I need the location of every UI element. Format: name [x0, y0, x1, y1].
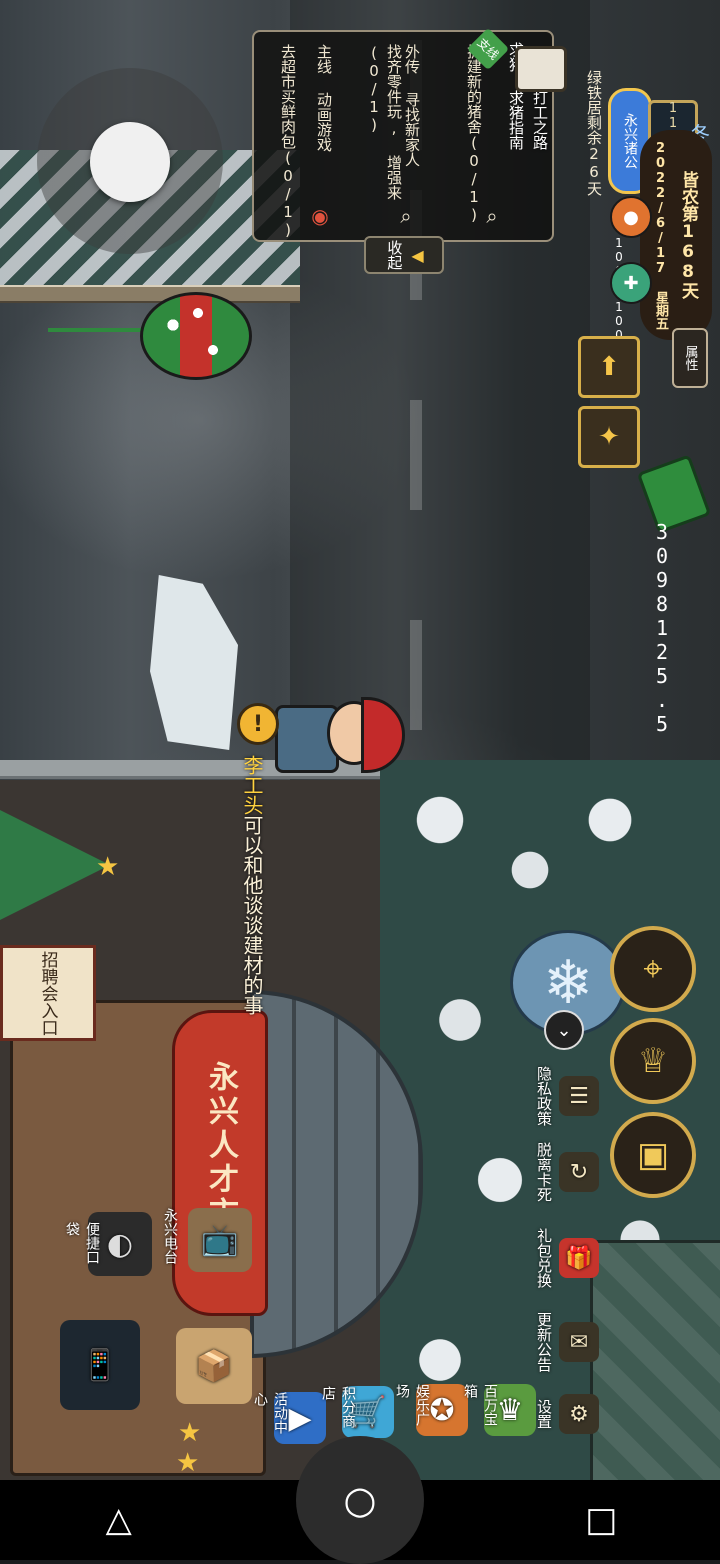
settings-label: 设置 — [535, 1399, 553, 1429]
player-character[interactable] — [275, 695, 405, 775]
work-road-label[interactable]: 打工之路 — [515, 90, 551, 160]
points-shop-label: 积分商店 — [320, 1386, 356, 1428]
quest-panel[interactable]: 求猪 求猪指南 扩建新的猪舍(0/1) 外传 寻找新家人 找齐零件玩, 增强来 … — [252, 30, 554, 242]
npc-hint: 李工头可以和他谈谈建材的事 — [238, 755, 267, 1015]
npc-hint-text: 可以和他谈谈建材的事 — [240, 815, 264, 1015]
chevron-down-icon[interactable]: ⌄ — [544, 1010, 584, 1050]
remaining-days: 绿铁居剩余26天 — [585, 70, 603, 196]
package-button[interactable]: 📦 — [176, 1328, 252, 1404]
star-icon: ★ — [96, 852, 120, 882]
collapse-button[interactable]: 收起 ◀ — [364, 236, 444, 274]
package-icon: 📦 — [176, 1328, 252, 1404]
refresh-icon: ↻ — [559, 1152, 599, 1192]
day-count: 皆农第168天 — [678, 171, 698, 299]
update-notice-button[interactable]: 更新公告 ✉ — [534, 1312, 662, 1372]
unstuck-label: 脱离卡死 — [535, 1142, 553, 1202]
phone-button[interactable]: 📱 — [60, 1320, 140, 1410]
radio-button[interactable]: 永兴电台 📺 — [160, 1208, 252, 1272]
home-circle-icon[interactable]: ○ — [295, 1436, 424, 1564]
money-amount: 3098125.5 — [650, 520, 674, 736]
phone-icon: 📱 — [60, 1320, 140, 1410]
android-nav-bar: △ ○ □ — [0, 1436, 720, 1564]
quest-line: 主线 动画游戏 — [315, 44, 333, 152]
notice-label: 更新公告 — [535, 1312, 553, 1372]
santa-hat — [361, 697, 405, 773]
upload-arrow-button[interactable]: ⬆ — [578, 336, 640, 398]
gift-icon: 🎁 — [559, 1238, 599, 1278]
search-icon[interactable]: ⌕ — [480, 204, 504, 228]
radio-label: 永兴电台 — [162, 1208, 178, 1264]
star-icon: ★ — [176, 1448, 200, 1478]
square-label: 娱乐广场 — [394, 1384, 430, 1426]
star-icon: ★ — [178, 1418, 202, 1448]
gift-label: 礼包兑换 — [535, 1228, 553, 1288]
joystick-knob[interactable] — [90, 122, 170, 202]
quest-line: 去超市买鲜肉包(0/1) — [279, 44, 297, 239]
map-pin-button[interactable]: ⌖ — [610, 926, 696, 1012]
health-icon[interactable]: ✚ — [610, 262, 652, 304]
attributes-button[interactable]: 属性 — [672, 328, 708, 388]
sparkle-bag-button[interactable]: ✦ — [578, 406, 640, 468]
fence-rail — [0, 285, 300, 303]
quest-line: 扩建新的猪舍(0/1) — [465, 44, 483, 224]
snow-pile — [150, 575, 238, 750]
game-scene: 永兴人才市场 ★ 招聘会入口 ! 李工头可以和他谈谈建材的事 求猪 求猪指南 扩… — [0, 0, 720, 1480]
tv-icon: 📺 — [188, 1208, 252, 1272]
privacy-policy-button[interactable]: 隐私政策 ☰ — [534, 1066, 662, 1126]
unstuck-button[interactable]: 脱离卡死 ↻ — [534, 1142, 662, 1202]
quest-exclaim-icon[interactable]: ! — [237, 703, 279, 745]
attributes-label: 属性 — [682, 345, 698, 371]
quest-line: 外传 寻找新家人 — [403, 44, 421, 167]
lane-marking — [410, 400, 422, 510]
activity-label: 活动中心 — [252, 1392, 288, 1434]
back-triangle-icon[interactable]: △ — [59, 1480, 179, 1560]
notice-icon: ✉ — [559, 1322, 599, 1362]
recruit-sign[interactable]: 招聘会入口 — [0, 945, 96, 1041]
christmas-balloon — [140, 292, 252, 380]
entertainment-square-button[interactable]: 娱乐广场 ✪ — [392, 1384, 468, 1436]
treasure-label: 百万宝箱 — [462, 1384, 498, 1426]
gear-icon: ⚙ — [559, 1394, 599, 1434]
lane-marking — [410, 620, 422, 730]
search-icon[interactable]: ⌕ — [394, 204, 418, 228]
balloon-string — [48, 328, 142, 332]
date-text: 2022/6/17 星期五 — [653, 140, 668, 330]
activity-center-button[interactable]: 活动中心 ▶ — [250, 1392, 326, 1444]
chevron-icon: ◀ — [411, 245, 424, 265]
target-icon[interactable]: ◉ — [308, 204, 332, 228]
recent-square-icon[interactable]: □ — [541, 1480, 661, 1560]
cash-icon — [636, 454, 712, 534]
date-panel: 2022/6/17 星期五 皆农第168天 — [640, 130, 712, 340]
settings-button[interactable]: 设置 ⚙ — [534, 1394, 620, 1434]
npc-hint-name: 李工头 — [240, 755, 264, 815]
stamina-icon[interactable]: ● — [610, 196, 652, 238]
gift-redeem-button[interactable]: 礼包兑换 🎁 — [534, 1228, 662, 1288]
quick-pocket-label: 便捷口袋 — [64, 1222, 100, 1264]
clipboard-icon[interactable] — [515, 46, 567, 92]
document-icon: ☰ — [559, 1076, 599, 1116]
points-shop-button[interactable]: 积分商店 🛒 — [318, 1386, 394, 1438]
collapse-label: 收起 — [385, 240, 404, 270]
privacy-label: 隐私政策 — [535, 1066, 553, 1126]
quick-pocket-button[interactable]: 便捷口袋 ◐ — [62, 1212, 152, 1276]
treasure-chest-button[interactable]: 百万宝箱 ♛ — [460, 1384, 536, 1436]
